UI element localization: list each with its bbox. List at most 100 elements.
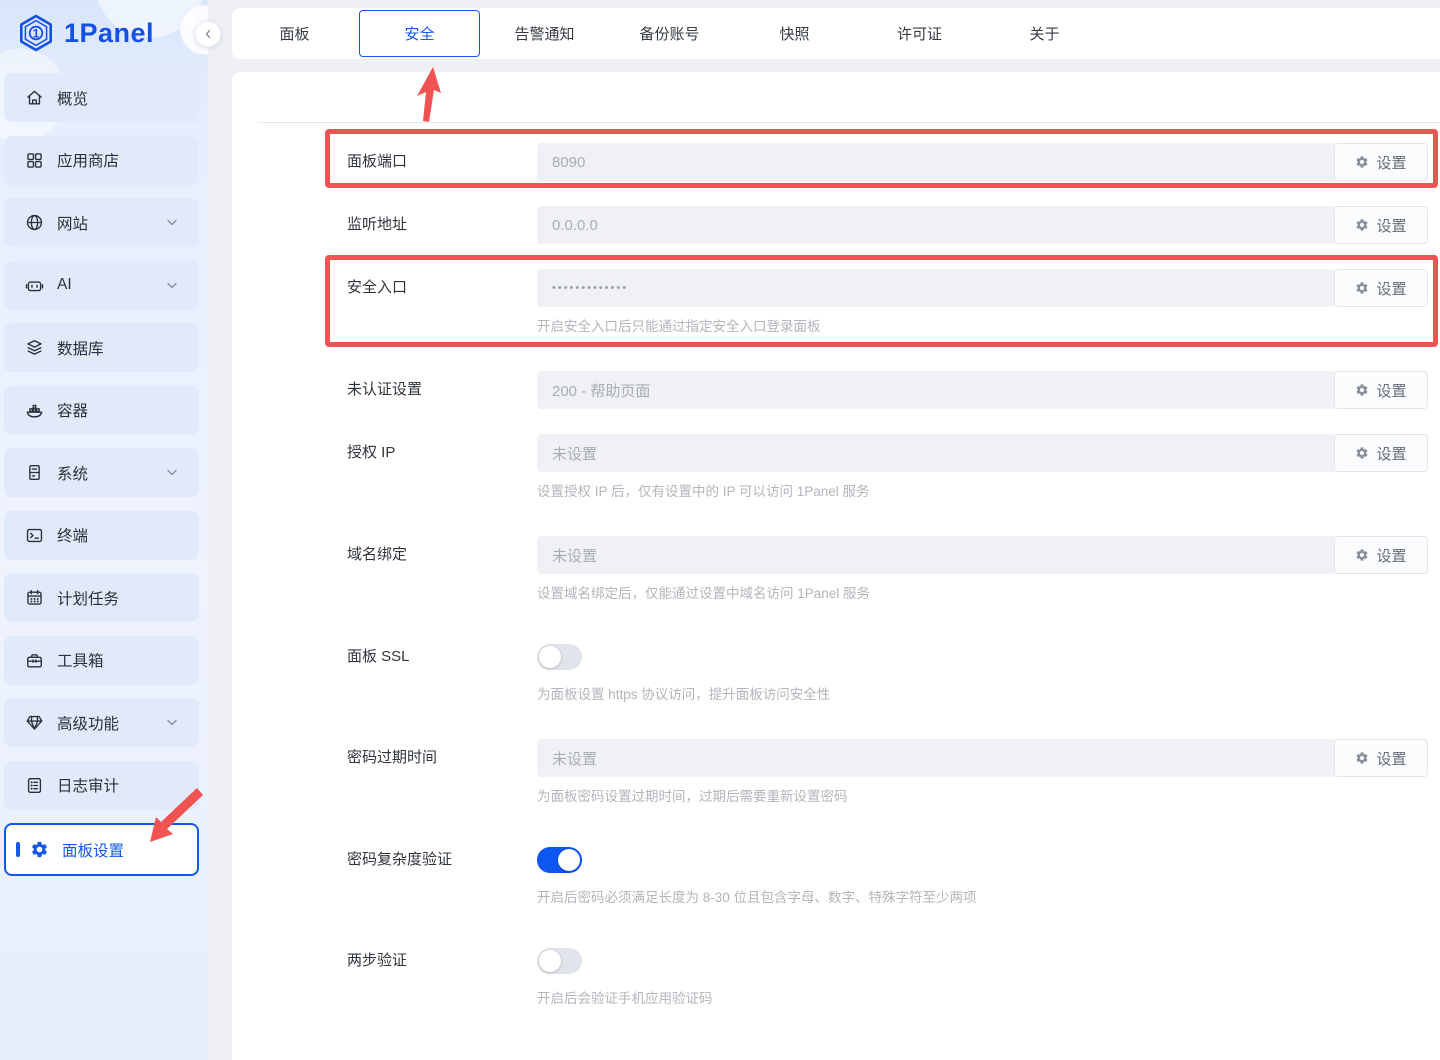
toggle-knob: [539, 950, 561, 972]
sidebar-item-toolbox[interactable]: 工具箱: [4, 636, 199, 685]
tab-alerts[interactable]: 告警通知: [482, 8, 607, 59]
sidebar-item-container[interactable]: 容器: [4, 386, 199, 435]
field-control: 8090设置: [537, 143, 1428, 181]
settings-button-label: 设置: [1376, 545, 1406, 566]
form-row-security-entrance: 安全入口•••••••••••••设置开启安全入口后只能通过指定安全入口登录面板: [347, 269, 1428, 336]
gear-icon: [1355, 751, 1369, 765]
chevron-left-icon: [203, 28, 213, 40]
field-label: 监听地址: [347, 206, 537, 244]
settings-button-label: 设置: [1376, 443, 1406, 464]
field-control: 为面板设置 https 协议访问，提升面板访问安全性: [537, 638, 1428, 704]
field-control: 未设置设置设置授权 IP 后，仅有设置中的 IP 可以访问 1Panel 服务: [537, 434, 1428, 501]
sidebar-item-logs[interactable]: 日志审计: [4, 761, 199, 810]
sidebar-item-system[interactable]: 系统: [4, 448, 199, 497]
field-label: 未认证设置: [347, 371, 537, 409]
security-entrance-input-group: •••••••••••••设置: [537, 269, 1428, 307]
gear-icon: [1355, 446, 1369, 460]
server-icon: [25, 463, 44, 482]
sidebar-nav: 概览应用商店网站 AI 数据库容器系统终端计划任务工具箱高级功能日志审计面板设置: [0, 66, 208, 876]
form-row-password-expire: 密码过期时间未设置设置为面板密码设置过期时间，过期后需要重新设置密码: [347, 739, 1428, 806]
field-control: 开启后密码必须满足长度为 8-30 位且包含字母、数字、特殊字符至少两项: [537, 841, 1428, 907]
field-control: 200 - 帮助页面设置: [537, 371, 1428, 409]
toggle-knob: [558, 849, 580, 871]
log-icon: [25, 776, 44, 795]
sidebar-item-app-store[interactable]: 应用商店: [4, 136, 199, 185]
active-indicator: [16, 842, 20, 857]
chevron-down-icon: [167, 469, 177, 476]
svg-text:1: 1: [33, 26, 40, 40]
form-row-password-complexity: 密码复杂度验证开启后密码必须满足长度为 8-30 位且包含字母、数字、特殊字符至…: [347, 841, 1428, 907]
container-icon: [25, 401, 44, 420]
mfa-toggle[interactable]: [537, 948, 582, 974]
tab-snapshots[interactable]: 快照: [732, 8, 857, 59]
password-complexity-toggle[interactable]: [537, 847, 582, 873]
gear-icon: [1355, 281, 1369, 295]
toggle-knob: [539, 646, 561, 668]
form-row-panel-ssl: 面板 SSL为面板设置 https 协议访问，提升面板访问安全性: [347, 638, 1428, 704]
field-helper: 开启安全入口后只能通过指定安全入口登录面板: [537, 318, 1428, 336]
password-expire-input-group: 未设置设置: [537, 739, 1428, 777]
sidebar-item-advanced[interactable]: 高级功能: [4, 698, 199, 747]
gear-icon: [1355, 383, 1369, 397]
password-expire-field: 未设置: [537, 739, 1334, 777]
panel-ssl-toggle[interactable]: [537, 644, 582, 670]
field-helper: 设置域名绑定后，仅能通过设置中域名访问 1Panel 服务: [537, 585, 1428, 603]
layers-icon: [25, 338, 44, 357]
bind-address-input-group: 0.0.0.0设置: [537, 206, 1428, 244]
bind-domain-field: 未设置: [537, 536, 1334, 574]
robot-icon: [25, 276, 44, 295]
chevron-down-icon: [167, 719, 177, 726]
terminal-icon: [25, 526, 44, 545]
sidebar-item-panel-settings[interactable]: 面板设置: [4, 823, 199, 876]
toolbox-icon: [25, 651, 44, 670]
calendar-icon: [25, 588, 44, 607]
brand-name: 1Panel: [64, 18, 154, 49]
sidebar-item-label: 应用商店: [57, 149, 119, 171]
unauthed-response-settings-button[interactable]: 设置: [1334, 371, 1428, 409]
panel-port-field: 8090: [537, 143, 1334, 181]
brand: 1 1Panel: [0, 0, 208, 66]
field-label: 授权 IP: [347, 434, 537, 501]
gear-icon: [30, 840, 49, 859]
security-entrance-settings-button[interactable]: 设置: [1334, 269, 1428, 307]
tab-backup-accounts[interactable]: 备份账号: [607, 8, 732, 59]
divider: [258, 122, 1440, 123]
gear-icon: [1355, 155, 1369, 169]
security-entrance-field: •••••••••••••: [537, 269, 1334, 307]
field-control: 开启后会验证手机应用验证码: [537, 942, 1428, 1008]
field-helper: 设置授权 IP 后，仅有设置中的 IP 可以访问 1Panel 服务: [537, 483, 1428, 501]
sidebar-item-cronjob[interactable]: 计划任务: [4, 573, 199, 622]
sidebar-item-ai[interactable]: AI: [4, 261, 199, 310]
field-label: 安全入口: [347, 269, 537, 336]
field-label: 两步验证: [347, 942, 537, 1008]
field-control: 未设置设置为面板密码设置过期时间，过期后需要重新设置密码: [537, 739, 1428, 806]
tab-security[interactable]: 安全: [359, 10, 480, 57]
field-helper: 开启后密码必须满足长度为 8-30 位且包含字母、数字、特殊字符至少两项: [537, 889, 1428, 907]
allow-ips-settings-button[interactable]: 设置: [1334, 434, 1428, 472]
field-control: 0.0.0.0设置: [537, 206, 1428, 244]
sidebar-item-overview[interactable]: 概览: [4, 73, 199, 122]
tab-license[interactable]: 许可证: [857, 8, 982, 59]
sidebar-item-database[interactable]: 数据库: [4, 323, 199, 372]
sidebar-item-label: 概览: [57, 87, 88, 109]
field-helper: 为面板设置 https 协议访问，提升面板访问安全性: [537, 686, 1428, 704]
field-control: •••••••••••••设置开启安全入口后只能通过指定安全入口登录面板: [537, 269, 1428, 336]
panel-port-input-group: 8090设置: [537, 143, 1428, 181]
form-row-bind-domain: 域名绑定未设置设置设置域名绑定后，仅能通过设置中域名访问 1Panel 服务: [347, 536, 1428, 603]
tab-about[interactable]: 关于: [982, 8, 1107, 59]
tab-panel[interactable]: 面板: [232, 8, 357, 59]
sidebar-item-label: 系统: [57, 462, 88, 484]
password-expire-settings-button[interactable]: 设置: [1334, 739, 1428, 777]
sidebar-item-label: 计划任务: [57, 587, 119, 609]
settings-tabbar: 面板安全告警通知备份账号快照许可证关于: [232, 8, 1440, 59]
bind-address-settings-button[interactable]: 设置: [1334, 206, 1428, 244]
panel-port-settings-button[interactable]: 设置: [1334, 143, 1428, 181]
field-label: 密码过期时间: [347, 739, 537, 806]
sidebar-item-terminal[interactable]: 终端: [4, 511, 199, 560]
unauthed-response-field: 200 - 帮助页面: [537, 371, 1334, 409]
sidebar-collapse-button[interactable]: [195, 21, 221, 47]
sidebar-item-website[interactable]: 网站: [4, 198, 199, 247]
security-form: 面板端口8090设置监听地址0.0.0.0设置安全入口•••••••••••••…: [232, 72, 1440, 1008]
sidebar-item-label: 容器: [57, 399, 88, 421]
bind-domain-settings-button[interactable]: 设置: [1334, 536, 1428, 574]
